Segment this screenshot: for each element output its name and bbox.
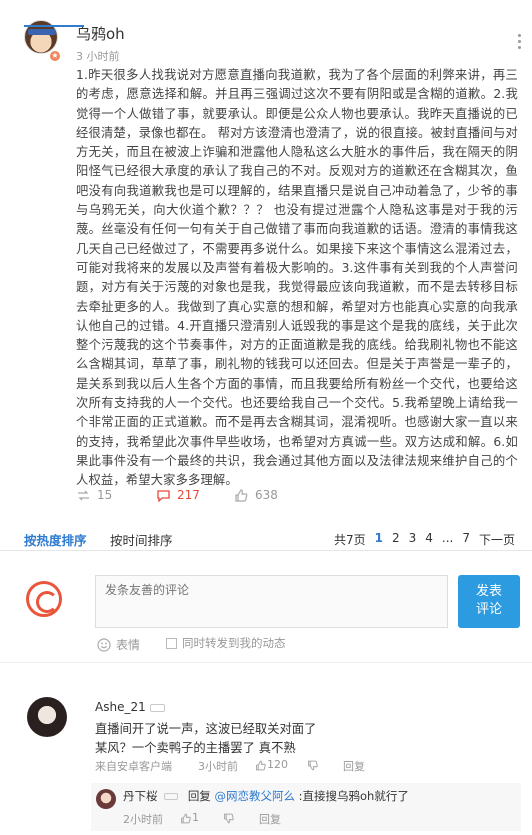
- emoji-label: 表情: [116, 638, 141, 652]
- pager-page-last[interactable]: 7: [462, 531, 470, 548]
- comment-source: 来自安卓客户端: [95, 760, 172, 773]
- comment-input-wrapper: [95, 575, 448, 628]
- post-header: ★ 乌鸦oh 3 小时前: [0, 0, 532, 68]
- repost-checkbox[interactable]: 同时转发到我的动态: [166, 635, 286, 651]
- reply-username[interactable]: 丹下桜: [123, 789, 158, 803]
- reply-dislike-button[interactable]: [223, 811, 235, 824]
- smiley-icon: [97, 637, 111, 652]
- reply-line: 丹下桜 回复 @网恋教父阿么 :直接搜乌鸦oh就行了: [123, 788, 409, 804]
- comment-time: 3小时前: [198, 760, 238, 773]
- level-badge-icon: [150, 704, 165, 712]
- repost-count: 15: [97, 488, 113, 502]
- reply-prefix: 回复: [187, 789, 211, 803]
- reply-text: :直接搜乌鸦oh就行了: [298, 789, 409, 803]
- level-badge-icon: [164, 793, 179, 800]
- submit-comment-label: 发表 评论: [475, 584, 502, 617]
- comment-input[interactable]: [96, 576, 447, 627]
- pager-total: 共7页: [333, 533, 366, 547]
- thumbs-up-icon: [181, 813, 191, 823]
- comment-icon: [157, 489, 170, 502]
- repost-icon: [78, 490, 89, 500]
- reply-reply-button[interactable]: 回复: [259, 811, 281, 827]
- thumbs-up-icon: [235, 488, 248, 502]
- like-button[interactable]: 638: [234, 488, 278, 502]
- post-time: 3 小时前: [76, 50, 120, 63]
- repost-checkbox-label: 同时转发到我的动态: [182, 636, 286, 650]
- pager-page-3[interactable]: 3: [409, 531, 417, 548]
- thumbs-down-icon: [224, 813, 234, 823]
- submit-comment-button[interactable]: 发表 评论: [458, 575, 520, 628]
- comment-like-button[interactable]: 120: [255, 758, 288, 771]
- pager-page-2[interactable]: 2: [392, 531, 400, 548]
- repost-button[interactable]: 15: [76, 488, 112, 502]
- pager-page-1[interactable]: 1: [375, 531, 383, 548]
- active-tab-indicator: [24, 25, 84, 27]
- pager-next[interactable]: 下一页: [479, 531, 515, 548]
- thumbs-up-icon: [256, 760, 266, 770]
- comment-button[interactable]: 217: [156, 488, 200, 502]
- author-badge-icon: ★: [49, 50, 61, 62]
- comment-sort-bar: 按热度排序 按时间排序 共7页 1 2 3 4 ... 7 下一页: [0, 526, 532, 550]
- comment-like-count: 120: [267, 758, 288, 771]
- checkbox-box[interactable]: [166, 637, 177, 649]
- pager-page-4[interactable]: 4: [425, 531, 433, 548]
- comment-username[interactable]: Ashe_21: [95, 700, 146, 714]
- reply-like-count: 1: [192, 811, 199, 824]
- tab-sort-time[interactable]: 按时间排序: [110, 530, 173, 549]
- comment-dislike-button[interactable]: [307, 758, 319, 771]
- emoji-button[interactable]: 表情: [97, 636, 140, 653]
- site-logo-icon: [26, 581, 62, 617]
- reply-box: 丹下桜 回复 @网恋教父阿么 :直接搜乌鸦oh就行了 2小时前 1 回复: [91, 783, 521, 831]
- tab-sort-hot[interactable]: 按热度排序: [24, 530, 87, 549]
- pagination: 共7页 1 2 3 4 ... 7 下一页: [334, 531, 515, 548]
- post-body: 1.昨天很多人找我说对方愿意直播向我道歉，我为了各个层面的利弊来讲，再三的考虑，…: [76, 68, 518, 488]
- thumbs-down-icon: [308, 760, 318, 770]
- reply-avatar[interactable]: [96, 789, 116, 809]
- divider: [0, 550, 532, 551]
- comment-text: 直播间开了说一声，这波已经取关对面了 某风？一个卖鸭子的主播罢了 真不熟: [95, 722, 317, 755]
- pager-ellipsis: ...: [441, 531, 454, 545]
- more-options-icon[interactable]: [518, 34, 522, 52]
- comment-reply-button[interactable]: 回复: [343, 758, 365, 774]
- comment-count: 217: [177, 488, 200, 502]
- divider: [0, 662, 532, 663]
- post-actions: 15 217 638: [76, 488, 376, 504]
- reply-like-button[interactable]: 1: [180, 811, 199, 824]
- reply-time: 2小时前: [123, 813, 163, 826]
- reply-mention-link[interactable]: @网恋教父阿么: [214, 789, 295, 803]
- like-count: 638: [255, 488, 278, 502]
- comment-avatar[interactable]: [27, 697, 67, 737]
